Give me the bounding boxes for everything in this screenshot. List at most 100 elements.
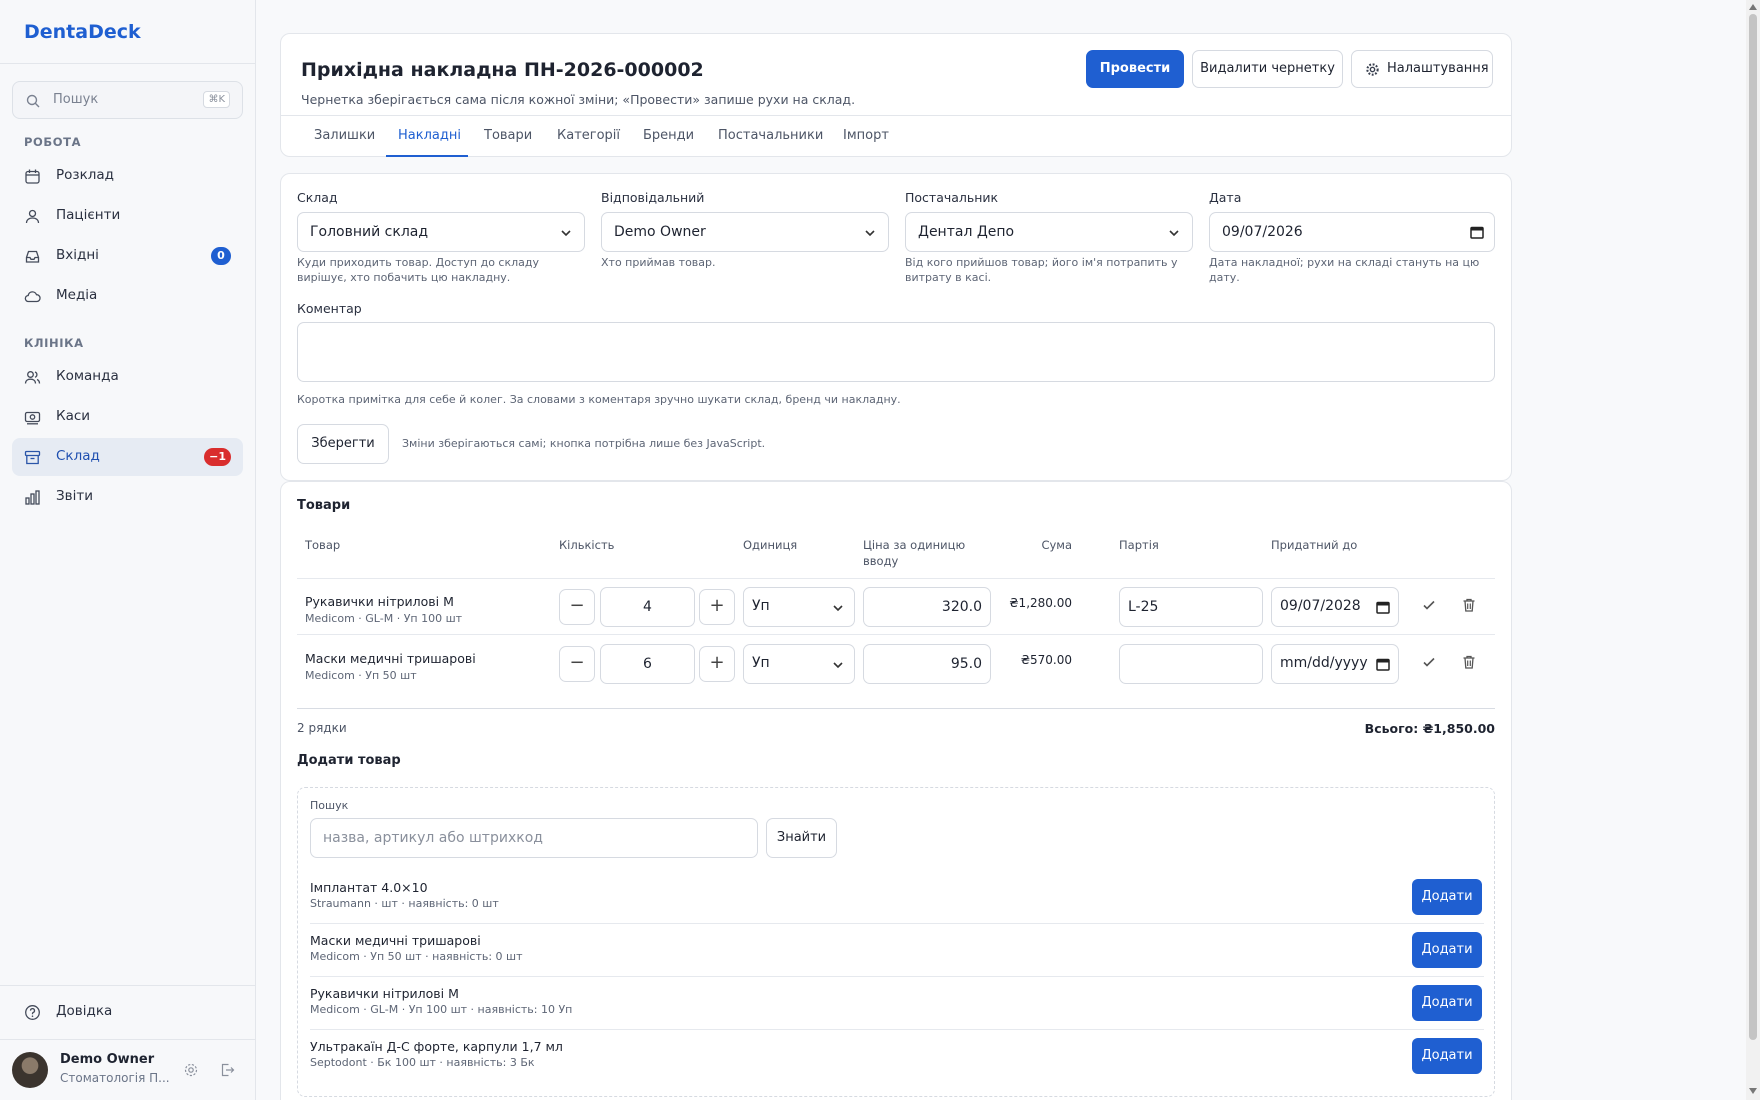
tab-products[interactable]: Товари <box>484 128 532 143</box>
calendar-icon[interactable] <box>1376 657 1390 671</box>
qty-decrement-button[interactable]: − <box>559 646 595 682</box>
delete-draft-button[interactable]: Видалити чернетку <box>1192 50 1343 88</box>
divider <box>310 976 1484 977</box>
tab-categories[interactable]: Категорії <box>557 128 620 143</box>
add-button[interactable]: Додати <box>1412 879 1482 915</box>
settings-button[interactable]: Налаштування <box>1351 50 1493 88</box>
calendar-icon[interactable] <box>1376 600 1390 614</box>
cash-icon <box>24 411 41 425</box>
tab-stock[interactable]: Залишки <box>314 128 375 143</box>
check-icon[interactable] <box>1421 597 1437 613</box>
calendar-icon <box>25 169 40 184</box>
gear-icon[interactable] <box>183 1062 199 1078</box>
qty-increment-button[interactable]: + <box>699 646 735 682</box>
sidebar-search[interactable]: Пошук ⌘K <box>12 81 243 119</box>
scroll-thumb[interactable] <box>1749 14 1757 1040</box>
warehouse-alert-badge: −1 <box>204 448 231 466</box>
sidebar-item-reports[interactable]: Звіти <box>12 478 243 516</box>
result-name: Маски медичні тришарові <box>310 933 481 948</box>
unit-select[interactable]: Уп <box>743 587 855 627</box>
row-product-sub: Medicom · GL-M · Уп 100 шт <box>305 612 463 625</box>
save-hint: Зміни зберігаються самі; кнопка потрібна… <box>402 437 766 450</box>
add-button[interactable]: Додати <box>1412 932 1482 968</box>
batch-input[interactable]: L-25 <box>1119 587 1263 627</box>
save-button[interactable]: Зберегти <box>297 424 389 464</box>
sidebar-item-label: Медіа <box>56 287 98 303</box>
archive-icon <box>24 450 41 465</box>
user-profile: Demo Owner Стоматологія П... <box>12 1050 243 1090</box>
responsible-hint: Хто приймав товар. <box>601 256 716 269</box>
scroll-up-arrow[interactable] <box>1749 4 1757 10</box>
sidebar-item-patients[interactable]: Пацієнти <box>12 197 243 235</box>
supplier-select[interactable]: Дентал Депо <box>905 212 1193 252</box>
chevron-down-icon <box>833 605 843 612</box>
divider <box>310 1029 1484 1030</box>
qty-input[interactable]: 4 <box>600 587 695 627</box>
price-input[interactable]: 95.0 <box>863 644 991 684</box>
row-product-name: Рукавички нітрилові M <box>305 594 454 609</box>
add-product-title: Додати товар <box>297 753 401 768</box>
brand-logo[interactable]: DentaDeck <box>0 0 255 64</box>
comment-label: Коментар <box>297 301 362 316</box>
logout-icon[interactable] <box>219 1062 235 1078</box>
qty-input[interactable]: 6 <box>600 644 695 684</box>
expiry-input[interactable]: mm/dd/yyyy <box>1271 644 1399 684</box>
unit-value: Уп <box>752 598 770 614</box>
chevron-down-icon <box>865 230 875 237</box>
tab-suppliers[interactable]: Постачальники <box>718 128 823 143</box>
check-icon[interactable] <box>1421 654 1437 670</box>
calendar-icon[interactable] <box>1470 225 1484 239</box>
tab-import[interactable]: Імпорт <box>843 128 889 143</box>
warehouse-select[interactable]: Головний склад <box>297 212 585 252</box>
result-sub: Septodont · Бк 100 шт · наявність: 3 Бк <box>310 1056 535 1069</box>
sidebar-item-warehouse[interactable]: Склад −1 <box>12 438 243 476</box>
divider <box>310 923 1484 924</box>
rows-count: 2 рядки <box>297 721 347 735</box>
sidebar-item-schedule[interactable]: Розклад <box>12 157 243 195</box>
qty-increment-button[interactable]: + <box>699 589 735 625</box>
sidebar-item-label: Розклад <box>56 167 114 183</box>
row-product-name: Маски медичні тришарові <box>305 651 476 666</box>
sidebar-item-media[interactable]: Медіа <box>12 277 243 315</box>
row-product-sub: Medicom · Уп 50 шт <box>305 669 417 682</box>
scroll-down-arrow[interactable] <box>1749 1088 1757 1094</box>
sidebar-item-team[interactable]: Команда <box>12 358 243 396</box>
supplier-hint: Від кого прийшов товар; його ім'я потрап… <box>905 256 1178 284</box>
user-name: Demo Owner <box>60 1052 155 1067</box>
batch-input[interactable] <box>1119 644 1263 684</box>
find-button[interactable]: Знайти <box>766 818 837 858</box>
page-scrollbar[interactable] <box>1746 0 1760 1100</box>
col-price-line1: Ціна за одиницю <box>863 538 966 552</box>
responsible-select[interactable]: Demo Owner <box>601 212 889 252</box>
unit-select[interactable]: Уп <box>743 644 855 684</box>
add-button[interactable]: Додати <box>1412 985 1482 1021</box>
inbox-icon <box>25 250 40 263</box>
section-label-clinic: КЛІНІКА <box>24 336 84 350</box>
sidebar-item-help[interactable]: Довідка <box>12 993 243 1031</box>
result-name: Ультракаїн Д-С форте, карпули 1,7 мл <box>310 1039 563 1054</box>
date-field[interactable]: 09/07/2026 <box>1209 212 1495 252</box>
sidebar-item-inbox[interactable]: Вхідні 0 <box>12 237 243 275</box>
add-button[interactable]: Додати <box>1412 1038 1482 1074</box>
items-title: Товари <box>297 498 351 513</box>
qty-decrement-button[interactable]: − <box>559 589 595 625</box>
row-sum: ₴570.00 <box>1020 653 1072 667</box>
trash-icon[interactable] <box>1461 654 1477 670</box>
sidebar-item-cash[interactable]: Каси <box>12 398 243 436</box>
expiry-input[interactable]: 09/07/2028 <box>1271 587 1399 627</box>
price-input[interactable]: 320.0 <box>863 587 991 627</box>
users-icon <box>25 209 40 224</box>
avatar[interactable] <box>12 1052 48 1088</box>
warehouse-hint: Куди приходить товар. Доступ до складу в… <box>297 256 539 284</box>
comment-textarea[interactable] <box>297 322 1495 382</box>
tab-bar: Залишки Накладні Товари Категорії Бренди… <box>281 115 1511 157</box>
warehouse-label: Склад <box>297 190 338 205</box>
warehouse-value: Головний склад <box>310 224 429 240</box>
trash-icon[interactable] <box>1461 597 1477 613</box>
tab-brands[interactable]: Бренди <box>643 128 694 143</box>
product-search-input[interactable]: назва, артикул або штрихкод <box>310 818 758 858</box>
post-button[interactable]: Провести <box>1086 50 1184 88</box>
tab-invoices[interactable]: Накладні <box>398 128 461 143</box>
col-batch: Партія <box>1119 538 1159 552</box>
result-name: Рукавички нітрилові M <box>310 986 459 1001</box>
